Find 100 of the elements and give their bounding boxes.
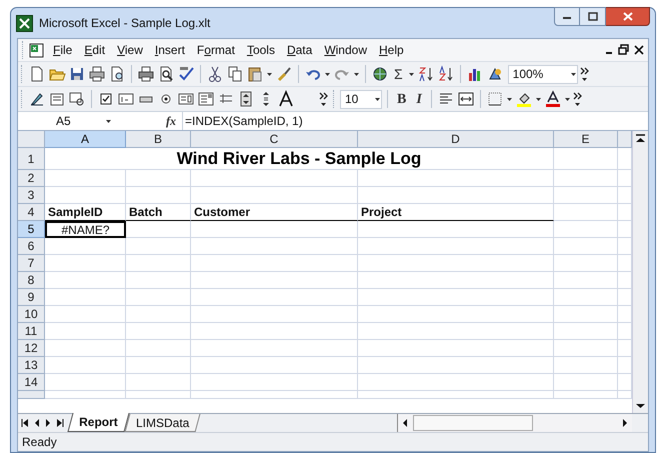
spelling-check-icon[interactable] <box>177 65 195 83</box>
column-heading: Batch <box>126 204 191 221</box>
table-cell <box>126 187 191 204</box>
horizontal-scrollbar[interactable] <box>397 414 632 432</box>
borders-icon[interactable] <box>486 90 504 108</box>
table-cell <box>554 255 618 272</box>
clipboard-icon[interactable] <box>246 65 264 83</box>
table-cell <box>126 170 191 187</box>
row-header[interactable]: 13 <box>18 357 45 374</box>
next-sheet-icon[interactable] <box>45 418 51 428</box>
table-cell <box>554 221 618 238</box>
table-cell <box>554 272 618 289</box>
merge-and-center-icon[interactable] <box>456 90 475 108</box>
menu-item[interactable]: File <box>47 41 78 59</box>
zoom-field[interactable]: 100% <box>508 64 578 84</box>
table-cell <box>554 204 618 221</box>
workbook-icon[interactable] <box>28 42 46 58</box>
paintbrush-icon[interactable] <box>275 65 293 83</box>
autosum-button[interactable]: Σ <box>391 64 406 84</box>
window-title: Microsoft Excel - Sample Log.xlt <box>39 15 210 32</box>
sheet-tab[interactable]: Report <box>67 413 130 432</box>
row-header[interactable]: 2 <box>18 170 45 187</box>
sort-descending-icon[interactable] <box>436 65 455 83</box>
active-cell[interactable]: #NAME? <box>45 221 126 238</box>
row-header[interactable]: 11 <box>18 323 45 340</box>
table-cell <box>554 148 618 170</box>
row-header[interactable]: 14 <box>18 374 45 391</box>
table-cell <box>554 340 618 357</box>
menu-item[interactable]: Edit <box>78 41 112 59</box>
column-header[interactable]: E <box>554 131 618 148</box>
minimize-button[interactable] <box>554 7 580 26</box>
table-cell <box>554 374 618 391</box>
globe-icon[interactable] <box>371 65 389 83</box>
close-button[interactable] <box>606 7 650 26</box>
table-cell <box>554 170 618 187</box>
table-cell <box>554 289 618 306</box>
view-code-icon[interactable] <box>68 90 86 108</box>
column-heading: Project <box>358 204 554 221</box>
column-header[interactable]: C <box>191 131 358 148</box>
maximize-button[interactable] <box>580 7 606 26</box>
row-header[interactable]: 10 <box>18 306 45 323</box>
toolbar-overflow-icon[interactable] <box>319 90 329 108</box>
row-header[interactable]: 4 <box>18 204 45 221</box>
name-box[interactable]: A5 <box>18 112 116 130</box>
app-icon <box>16 14 33 32</box>
combo-box-control-icon[interactable] <box>197 90 215 108</box>
table-cell <box>126 340 191 357</box>
sort-ascending-icon[interactable] <box>416 65 435 83</box>
toolbar-overflow-icon[interactable] <box>572 90 583 108</box>
table-cell <box>126 374 191 391</box>
menu-item[interactable]: Window <box>318 41 373 59</box>
sheet-tab[interactable]: LIMSData <box>124 414 200 432</box>
table-cell <box>126 272 191 289</box>
menu-item[interactable]: Tools <box>240 41 281 59</box>
status-text: Ready <box>22 434 57 451</box>
scissors-icon[interactable] <box>206 65 224 83</box>
menu-item[interactable]: Format <box>190 41 241 59</box>
vertical-scrollbar[interactable] <box>632 131 648 413</box>
last-sheet-icon[interactable] <box>56 418 64 428</box>
previous-sheet-icon[interactable] <box>34 418 40 428</box>
printer-icon[interactable] <box>88 65 106 83</box>
table-cell <box>126 357 191 374</box>
first-sheet-icon[interactable] <box>21 418 29 428</box>
table-cell <box>126 306 191 323</box>
close-icon <box>622 12 632 21</box>
row-header[interactable]: 3 <box>18 187 45 204</box>
table-cell <box>126 289 191 306</box>
bold-button[interactable]: B <box>393 88 410 110</box>
menu-item[interactable]: Data <box>280 41 318 59</box>
font-color-icon[interactable] <box>544 90 562 108</box>
save-icon[interactable] <box>68 65 86 83</box>
column-heading: Customer <box>191 204 358 221</box>
row-header[interactable]: 12 <box>18 340 45 357</box>
italic-button[interactable]: I <box>412 88 426 110</box>
column-header[interactable]: A <box>45 131 126 148</box>
menu-item[interactable]: View <box>111 41 149 59</box>
column-header[interactable]: D <box>358 131 554 148</box>
restore-workbook-icon[interactable] <box>617 43 631 57</box>
row-header[interactable]: 6 <box>18 238 45 255</box>
row-header[interactable]: 1 <box>18 148 45 170</box>
toolbar-overflow-icon[interactable] <box>580 65 590 83</box>
table-cell <box>554 238 618 255</box>
row-header[interactable]: 8 <box>18 272 45 289</box>
table-cell <box>554 306 618 323</box>
table-cell <box>554 323 618 340</box>
restore-icon <box>588 12 598 21</box>
table-cell <box>126 221 191 238</box>
print-icon[interactable] <box>137 65 155 83</box>
copy-icon[interactable] <box>226 65 244 83</box>
row-header[interactable]: 5 <box>18 221 45 238</box>
close-workbook-icon[interactable] <box>632 43 646 57</box>
font-size-field[interactable]: 10 <box>340 90 382 108</box>
row-header[interactable]: 7 <box>18 255 45 272</box>
table-cell <box>126 238 191 255</box>
menu-item[interactable]: Help <box>373 41 410 59</box>
row-header[interactable]: 9 <box>18 289 45 306</box>
table-cell <box>126 323 191 340</box>
column-header[interactable]: B <box>126 131 191 148</box>
insert-function-button[interactable]: fx <box>166 112 176 130</box>
menu-item[interactable]: Insert <box>148 41 191 59</box>
